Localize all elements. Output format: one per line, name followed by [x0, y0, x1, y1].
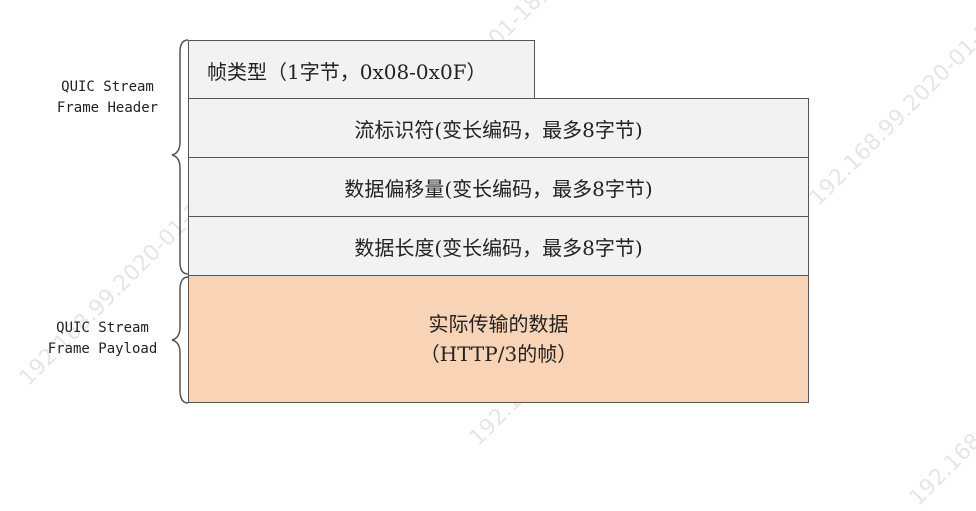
- header-side-label: QUIC Stream Frame Header: [40, 77, 175, 119]
- header-label-line1: QUIC Stream: [61, 79, 154, 95]
- payload-line1: 实际传输的数据: [428, 312, 569, 336]
- offset-label: 数据偏移量(变长编码，最多8字节): [344, 176, 653, 201]
- payload-box: 实际传输的数据 （HTTP/3的帧）: [188, 275, 809, 403]
- payload-line2: （HTTP/3的帧）: [419, 342, 578, 366]
- header-brace: [171, 39, 189, 275]
- length-row: 数据长度(变长编码，最多8字节): [188, 216, 809, 276]
- frame-type-row: 帧类型（1字节，0x08-0x0F）: [188, 40, 535, 100]
- payload-label-line2: Frame Payload: [47, 341, 158, 357]
- stream-id-label: 流标识符(变长编码，最多8字节): [354, 117, 643, 142]
- frame-type-label: 帧类型（1字节，0x08-0x0F）: [207, 59, 487, 84]
- header-label-line2: Frame Header: [56, 100, 159, 116]
- offset-row: 数据偏移量(变长编码，最多8字节): [188, 157, 809, 217]
- payload-label-line1: QUIC Stream: [56, 320, 149, 336]
- stream-id-row: 流标识符(变长编码，最多8字节): [188, 98, 809, 158]
- length-label: 数据长度(变长编码，最多8字节): [354, 235, 643, 260]
- payload-side-label: QUIC Stream Frame Payload: [30, 318, 175, 360]
